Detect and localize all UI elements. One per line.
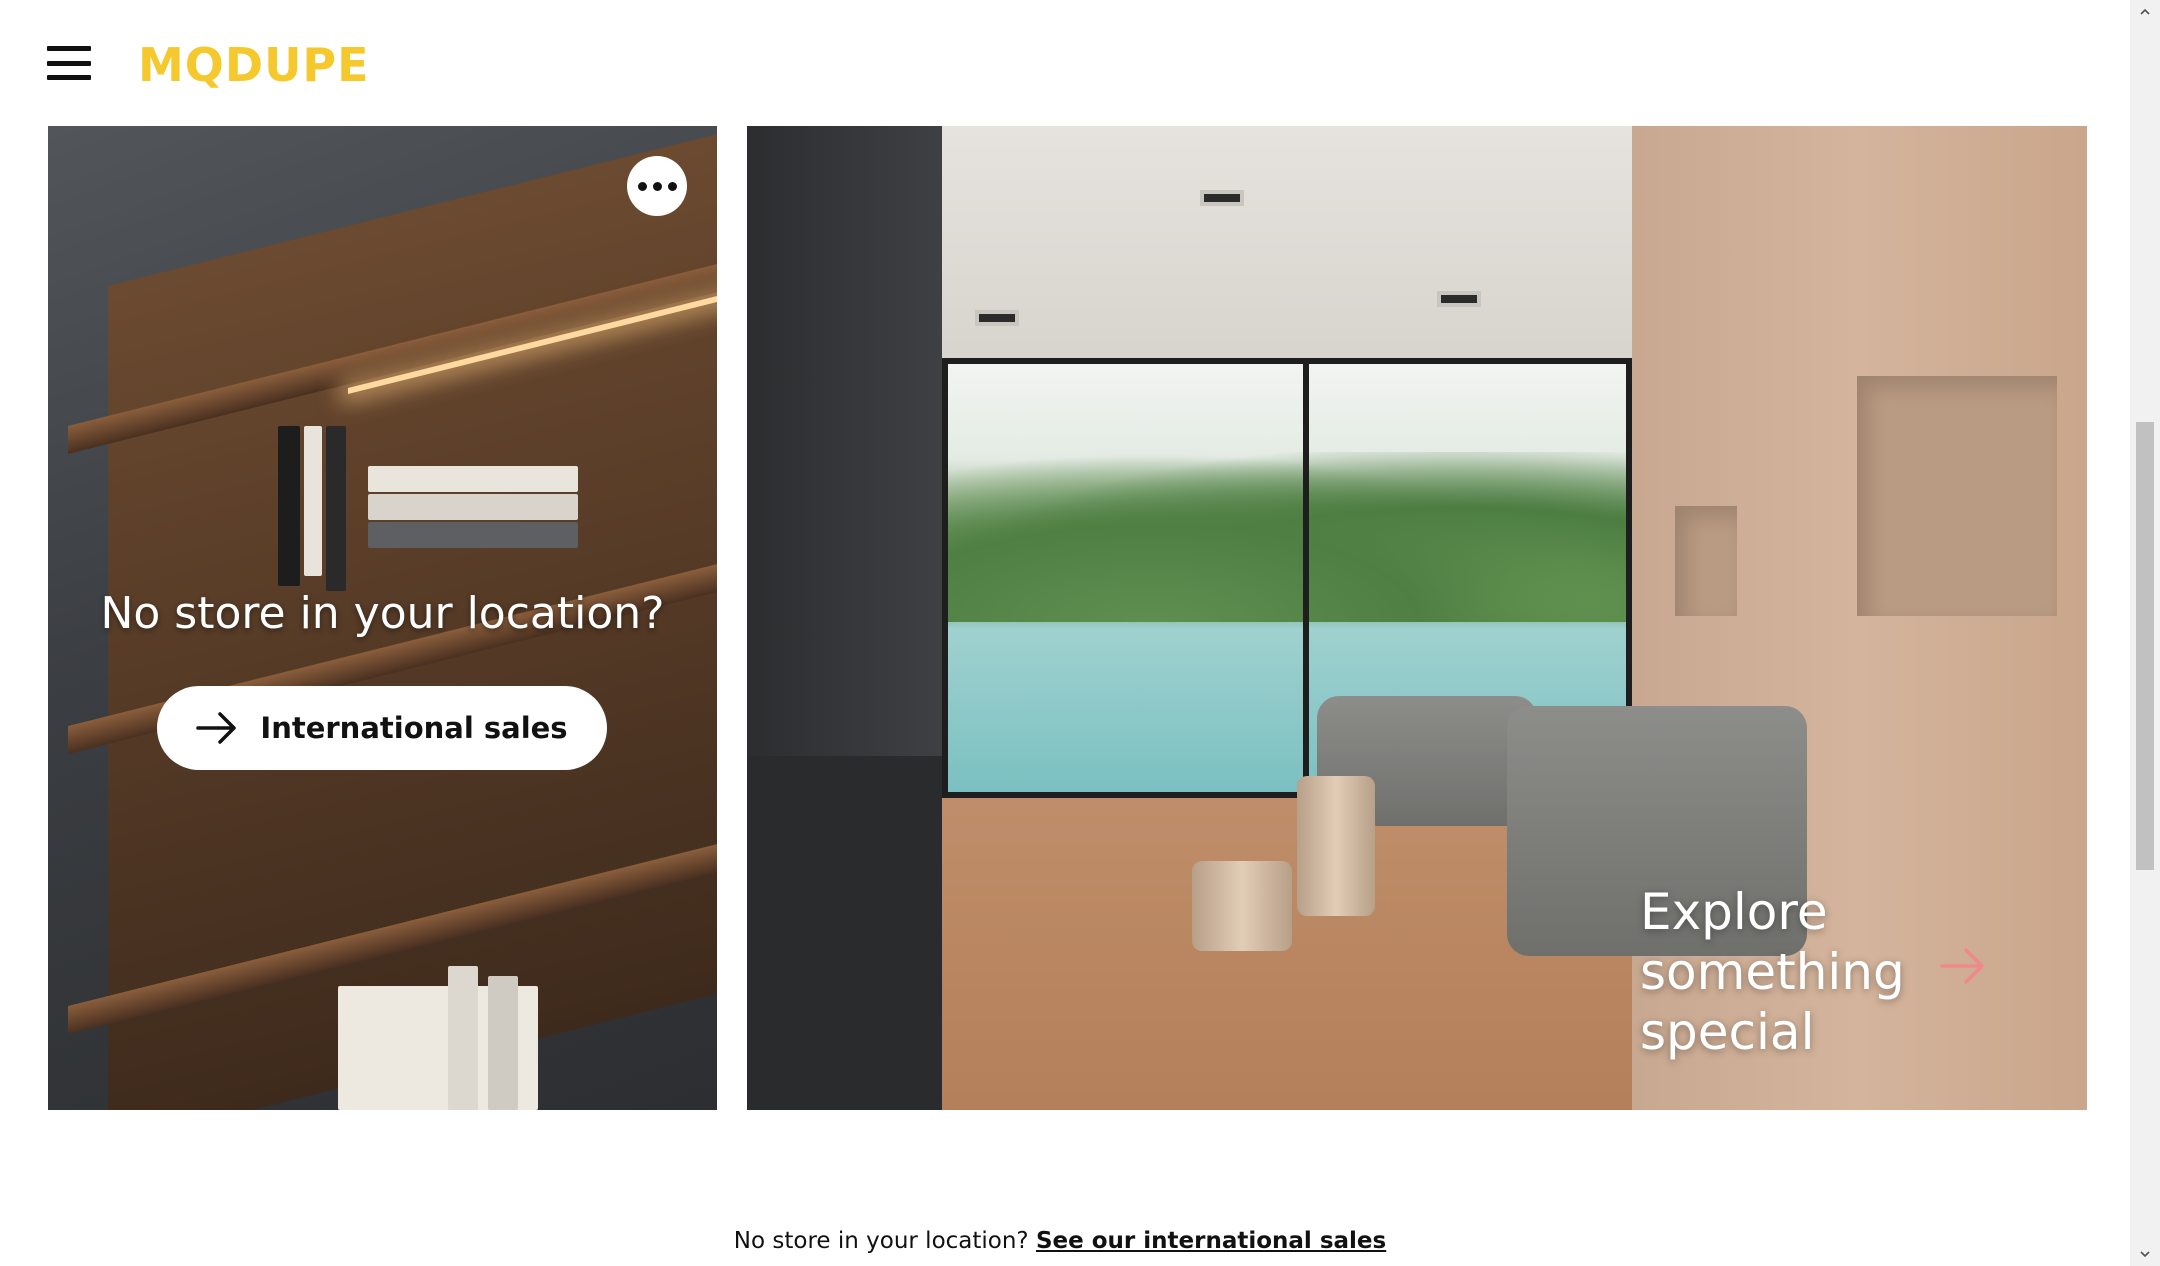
scroll-up-icon[interactable] — [2139, 6, 2151, 18]
explore-headline[interactable]: Explore something special — [1640, 882, 1905, 1062]
store-notice: No store in your location? See our inter… — [0, 1228, 2120, 1254]
explore-headline-line: special — [1640, 1003, 1815, 1061]
arrow-right-icon — [196, 712, 237, 744]
scroll-down-icon[interactable] — [2139, 1248, 2151, 1260]
explore-headline-line: something — [1640, 943, 1905, 1001]
hamburger-menu-icon[interactable] — [47, 46, 91, 80]
promo-title: No store in your location? — [100, 588, 665, 639]
more-options-button[interactable] — [627, 156, 687, 216]
site-logo[interactable]: MQDUPE — [138, 38, 370, 92]
scrollbar-thumb[interactable] — [2136, 422, 2154, 870]
international-sales-button[interactable]: International sales — [157, 686, 607, 770]
explore-card[interactable]: Explore something special — [747, 126, 2087, 1110]
page: MQDUPE No store in your location? Intern… — [0, 0, 2160, 1266]
store-notice-text: No store in your location? — [733, 1228, 1029, 1254]
site-header: MQDUPE — [0, 0, 2130, 126]
international-sales-card: No store in your location? International… — [48, 126, 717, 1110]
international-sales-link[interactable]: See our international sales — [1036, 1228, 1386, 1254]
arrow-right-icon[interactable] — [1939, 946, 1987, 986]
international-sales-button-label: International sales — [260, 711, 568, 745]
more-options-icon — [637, 181, 647, 191]
explore-headline-line: Explore — [1640, 883, 1828, 941]
vertical-scrollbar[interactable] — [2130, 0, 2160, 1266]
